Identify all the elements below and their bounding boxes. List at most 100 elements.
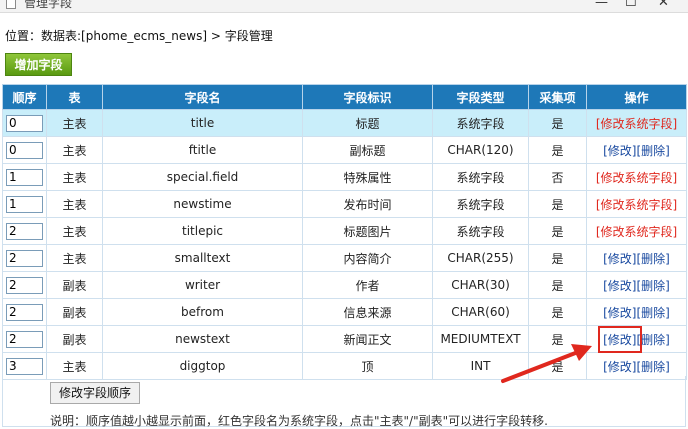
actions-cell: [修改系统字段] (586, 217, 687, 245)
field-label-cell: 标题 (302, 109, 433, 137)
field-name-cell: newstext (102, 325, 303, 353)
actions-cell: [修改][删除] (586, 298, 687, 326)
header-field-name: 字段名 (102, 84, 303, 110)
table-header-row: 顺序 表 字段名 字段标识 字段类型 采集项 操作 (2, 84, 687, 110)
order-input[interactable] (6, 114, 43, 132)
order-cell (2, 325, 47, 353)
edit-system-field-link[interactable]: [修改系统字段] (596, 198, 677, 212)
order-cell (2, 163, 47, 191)
field-name-cell: writer (102, 271, 303, 299)
add-field-button[interactable]: 增加字段 (5, 53, 72, 76)
delete-field-link[interactable]: [删除] (637, 306, 670, 320)
table-row: 主表titlepic标题图片系统字段是 [修改系统字段] (2, 217, 687, 245)
edit-system-field-link[interactable]: [修改系统字段] (596, 117, 677, 131)
close-icon[interactable]: ✕ (658, 0, 669, 10)
collect-cell: 否 (528, 163, 587, 191)
edit-field-link[interactable]: [修改] (603, 360, 636, 374)
field-type-cell: CHAR(255) (432, 244, 529, 272)
help-note: 说明：顺序值越小越显示前面，红色字段名为系统字段，点击"主表"/"副表"可以进行… (50, 414, 548, 428)
table-row: 主表title标题系统字段是 [修改系统字段] (2, 109, 687, 137)
minimize-icon[interactable]: — (595, 0, 608, 10)
header-order: 顺序 (2, 84, 47, 110)
header-collect: 采集项 (528, 84, 587, 110)
field-label-cell: 标题图片 (302, 217, 433, 245)
delete-field-link[interactable]: [删除] (637, 360, 670, 374)
field-type-cell: CHAR(120) (432, 136, 529, 164)
edit-field-link[interactable]: [修改] (603, 306, 636, 320)
edit-system-field-link[interactable]: [修改系统字段] (596, 171, 677, 185)
order-cell (2, 244, 47, 272)
collect-cell: 是 (528, 136, 587, 164)
header-table: 表 (46, 84, 103, 110)
field-label-cell: 新闻正文 (302, 325, 433, 353)
actions-cell: [修改系统字段] (586, 109, 687, 137)
header-field-label: 字段标识 (302, 84, 433, 110)
fields-table: 顺序 表 字段名 字段标识 字段类型 采集项 操作 主表title标题系统字段是… (2, 84, 687, 380)
actions-cell: [修改系统字段] (586, 190, 687, 218)
field-name-cell: special.field (102, 163, 303, 191)
header-field-type: 字段类型 (432, 84, 529, 110)
order-input[interactable] (6, 222, 43, 240)
delete-field-link[interactable]: [删除] (637, 333, 670, 347)
table-row: 主表smalltext内容简介CHAR(255)是[修改][删除] (2, 244, 687, 272)
field-label-cell: 信息来源 (302, 298, 433, 326)
edit-field-link[interactable]: [修改] (603, 252, 636, 266)
table-cell[interactable]: 主表 (46, 190, 103, 218)
field-type-cell: CHAR(60) (432, 298, 529, 326)
order-cell (2, 271, 47, 299)
order-input[interactable] (6, 168, 43, 186)
collect-cell: 是 (528, 244, 587, 272)
table-cell[interactable]: 主表 (46, 217, 103, 245)
table-cell[interactable]: 主表 (46, 109, 103, 137)
table-cell[interactable]: 主表 (46, 136, 103, 164)
order-input[interactable] (6, 195, 43, 213)
edit-field-link[interactable]: [修改] (603, 144, 636, 158)
table-cell[interactable]: 副表 (46, 298, 103, 326)
order-cell (2, 109, 47, 137)
edit-field-link[interactable]: [修改] (603, 333, 636, 347)
actions-cell: [修改][删除] (586, 244, 687, 272)
order-input[interactable] (6, 303, 43, 321)
table-cell[interactable]: 副表 (46, 271, 103, 299)
field-name-cell: newstime (102, 190, 303, 218)
field-type-cell: 系统字段 (432, 109, 529, 137)
field-label-cell: 特殊属性 (302, 163, 433, 191)
field-name-cell: title (102, 109, 303, 137)
field-name-cell: ftitle (102, 136, 303, 164)
field-type-cell: 系统字段 (432, 217, 529, 245)
delete-field-link[interactable]: [删除] (637, 252, 670, 266)
order-cell (2, 298, 47, 326)
document-icon (6, 0, 16, 9)
table-cell[interactable]: 主表 (46, 244, 103, 272)
delete-field-link[interactable]: [删除] (637, 279, 670, 293)
field-label-cell: 作者 (302, 271, 433, 299)
collect-cell: 是 (528, 298, 587, 326)
update-order-button[interactable]: 修改字段顺序 (50, 382, 140, 404)
highlight-box: [修改] (598, 325, 642, 353)
order-input[interactable] (6, 276, 43, 294)
field-label-cell: 发布时间 (302, 190, 433, 218)
field-name-cell: smalltext (102, 244, 303, 272)
actions-cell: [修改][删除] (586, 325, 687, 353)
edit-field-link[interactable]: [修改] (603, 279, 636, 293)
collect-cell: 是 (528, 190, 587, 218)
edit-system-field-link[interactable]: [修改系统字段] (596, 225, 677, 239)
actions-cell: [修改系统字段] (586, 163, 687, 191)
window-titlebar: 管理字段 — ☐ ✕ (0, 0, 688, 13)
field-type-cell: MEDIUMTEXT (432, 325, 529, 353)
header-actions: 操作 (586, 84, 687, 110)
table-cell[interactable]: 副表 (46, 325, 103, 353)
order-input[interactable] (6, 330, 43, 348)
maximize-icon[interactable]: ☐ (625, 0, 637, 10)
table-row: 主表ftitle副标题CHAR(120)是[修改][删除] (2, 136, 687, 164)
order-input[interactable] (6, 249, 43, 267)
collect-cell: 是 (528, 217, 587, 245)
order-cell (2, 217, 47, 245)
delete-field-link[interactable]: [删除] (637, 144, 670, 158)
order-cell (2, 136, 47, 164)
table-cell[interactable]: 主表 (46, 163, 103, 191)
order-input[interactable] (6, 141, 43, 159)
order-input[interactable] (6, 357, 43, 375)
table-row: 副表befrom信息来源CHAR(60)是[修改][删除] (2, 298, 687, 326)
field-name-cell: befrom (102, 298, 303, 326)
